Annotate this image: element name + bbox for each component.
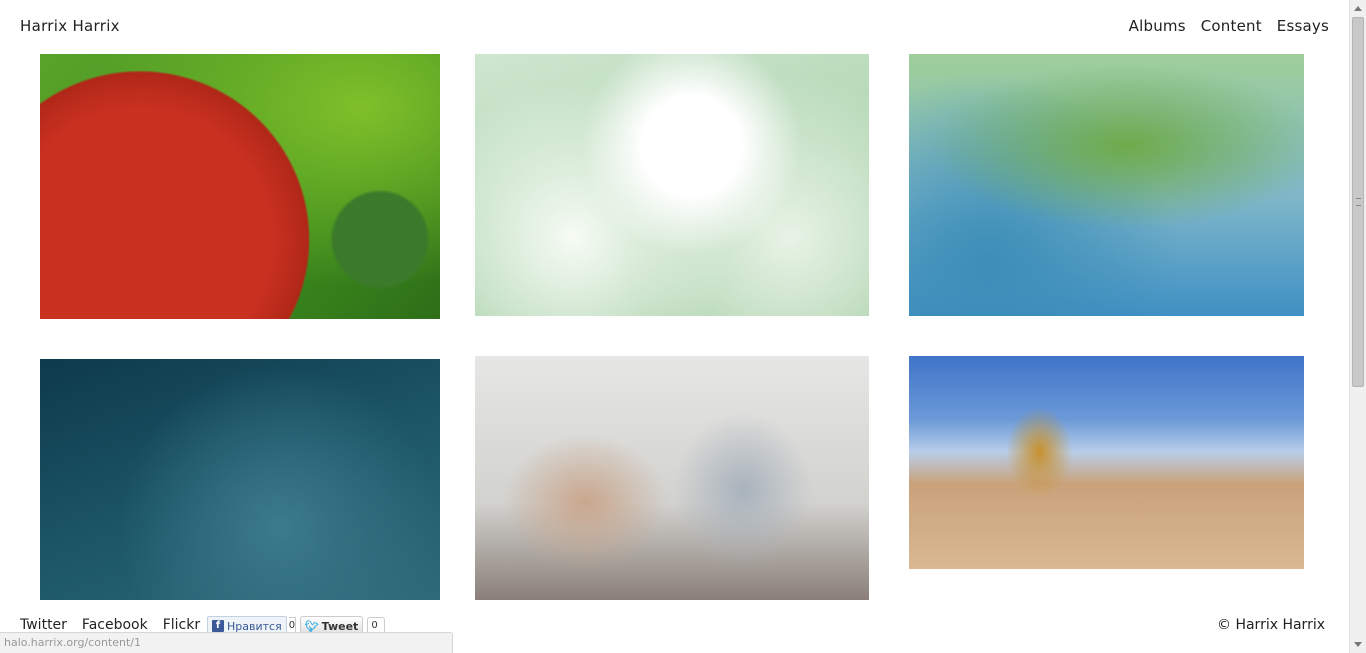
nav-content[interactable]: Content bbox=[1201, 17, 1262, 35]
scroll-down-arrow-icon[interactable] bbox=[1354, 642, 1362, 647]
like-button-label: Нравится bbox=[227, 619, 282, 633]
footer-link-flickr[interactable]: Flickr bbox=[163, 617, 200, 633]
scrollbar-thumb[interactable] bbox=[1352, 17, 1364, 387]
gallery-tile-green-foliage[interactable] bbox=[909, 54, 1304, 316]
twitter-bird-icon: 🐦︎ bbox=[304, 619, 319, 633]
gallery-tile-blue-bokeh[interactable] bbox=[40, 359, 440, 600]
copyright: © Harrix Harrix bbox=[1217, 617, 1325, 633]
main-nav: Albums Content Essays bbox=[1129, 17, 1329, 35]
nav-albums[interactable]: Albums bbox=[1129, 17, 1186, 35]
vertical-scrollbar[interactable] bbox=[1349, 0, 1366, 653]
footer-social-links: Twitter Facebook Flickr bbox=[20, 617, 200, 633]
gallery-tile-couple-portrait[interactable] bbox=[475, 356, 869, 600]
nav-essays[interactable]: Essays bbox=[1277, 17, 1329, 35]
gallery-tile-church-panorama[interactable] bbox=[909, 356, 1304, 569]
gallery-tile-white-flower[interactable] bbox=[475, 54, 869, 316]
footer-link-twitter[interactable]: Twitter bbox=[20, 617, 67, 633]
footer-link-facebook[interactable]: Facebook bbox=[82, 617, 148, 633]
site-title[interactable]: Harrix Harrix bbox=[20, 17, 120, 35]
scroll-up-arrow-icon[interactable] bbox=[1354, 6, 1362, 11]
tweet-button-label: Tweet bbox=[321, 619, 359, 633]
facebook-icon: f bbox=[212, 620, 224, 632]
browser-status-bar: halo.harrix.org/content/1 bbox=[0, 632, 453, 653]
gallery-tile-strawberry[interactable] bbox=[40, 54, 440, 319]
